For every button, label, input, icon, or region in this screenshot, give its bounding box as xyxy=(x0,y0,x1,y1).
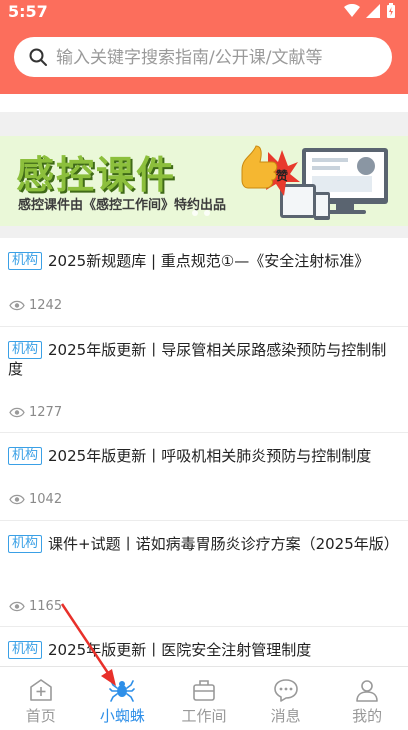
article-tag: 机构 xyxy=(8,641,43,659)
wifi-icon xyxy=(344,4,360,17)
tab-label: 首页 xyxy=(25,707,56,725)
article-item[interactable]: 机构 课件+试题丨诺如病毒胃肠炎诊疗方案（2025年版） 1165 xyxy=(0,521,408,627)
view-count-value: 1165 xyxy=(29,599,63,614)
tab-home[interactable]: 首页 xyxy=(0,667,82,730)
tab-workspace[interactable]: 工作间 xyxy=(163,667,245,730)
article-title: 机构 课件+试题丨诺如病毒胃肠炎诊疗方案（2025年版） xyxy=(8,535,400,554)
view-count: 1042 xyxy=(9,492,62,507)
signal-icon xyxy=(366,4,380,18)
view-count: 1242 xyxy=(9,298,62,313)
eye-icon xyxy=(9,407,25,418)
view-count-value: 1277 xyxy=(29,405,63,420)
search-input[interactable] xyxy=(54,37,378,79)
article-item[interactable]: 机构 2025新规题库 | 重点规范①—《安全注射标准》 1242 xyxy=(0,238,408,327)
article-title-text: 课件+试题丨诺如病毒胃肠炎诊疗方案（2025年版） xyxy=(48,535,399,553)
article-title: 机构 2025新规题库 | 重点规范①—《安全注射标准》 xyxy=(8,252,400,271)
section-divider xyxy=(0,112,408,136)
article-title-text: 2025新规题库 | 重点规范①—《安全注射标准》 xyxy=(48,252,370,270)
view-count-value: 1042 xyxy=(29,492,63,507)
status-bar: 5:57 xyxy=(0,0,408,24)
search-bar[interactable] xyxy=(14,37,392,79)
tab-messages[interactable]: 消息 xyxy=(245,667,327,730)
briefcase-icon xyxy=(193,680,215,701)
tab-label: 工作间 xyxy=(181,707,227,725)
view-count: 1165 xyxy=(9,599,62,614)
banner-illustration: 赞 xyxy=(241,145,388,220)
chat-bubble-icon xyxy=(273,679,298,702)
spider-icon xyxy=(109,680,136,702)
article-tag: 机构 xyxy=(8,447,43,465)
banner-badge: 赞 xyxy=(275,168,288,183)
status-time: 5:57 xyxy=(8,2,48,21)
article-title-text: 2025年版更新丨医院安全注射管理制度 xyxy=(48,641,312,659)
banner-title: 感控课件 xyxy=(16,153,177,197)
tab-label: 小蜘蛛 xyxy=(99,707,145,725)
view-count-value: 1242 xyxy=(29,298,63,313)
article-title: 机构 2025年版更新丨医院安全注射管理制度 xyxy=(8,641,400,660)
user-icon xyxy=(356,680,378,702)
eye-icon xyxy=(9,494,25,505)
article-title: 机构 2025年版更新丨导尿管相关尿路感染预防与控制制度 xyxy=(8,341,400,379)
eye-icon xyxy=(9,601,25,612)
search-icon xyxy=(29,48,47,66)
home-plus-icon xyxy=(29,679,52,701)
article-title-text: 2025年版更新丨导尿管相关尿路感染预防与控制制度 xyxy=(8,341,387,378)
tab-label: 我的 xyxy=(352,707,383,725)
article-tag: 机构 xyxy=(8,341,43,359)
article-title-text: 2025年版更新丨呼吸机相关肺炎预防与控制制度 xyxy=(48,447,372,465)
header-bar: 5:57 xyxy=(0,0,408,94)
eye-icon xyxy=(9,300,25,311)
promo-banner[interactable]: 感控课件 感控课件由《感控工作间》特约出品 赞 xyxy=(0,136,408,226)
article-item[interactable]: 机构 2025年版更新丨呼吸机相关肺炎预防与控制制度 1042 xyxy=(0,433,408,521)
tab-spider[interactable]: 小蜘蛛 xyxy=(82,667,164,730)
article-title: 机构 2025年版更新丨呼吸机相关肺炎预防与控制制度 xyxy=(8,447,400,466)
section-divider-bottom xyxy=(0,226,408,238)
bottom-tab-bar: 首页 小蜘蛛 工作间 消息 我的 xyxy=(0,666,408,730)
article-list: 机构 2025新规题库 | 重点规范①—《安全注射标准》 1242 机构 2025年… xyxy=(0,238,408,687)
status-icons xyxy=(344,3,396,19)
article-tag: 机构 xyxy=(8,252,43,270)
view-count: 1277 xyxy=(9,405,62,420)
tab-label: 消息 xyxy=(270,707,301,725)
article-item[interactable]: 机构 2025年版更新丨导尿管相关尿路感染预防与控制制度 1277 xyxy=(0,327,408,433)
carousel-indicator xyxy=(192,210,210,216)
battery-icon xyxy=(387,3,395,18)
article-tag: 机构 xyxy=(8,535,43,553)
tab-profile[interactable]: 我的 xyxy=(326,667,408,730)
